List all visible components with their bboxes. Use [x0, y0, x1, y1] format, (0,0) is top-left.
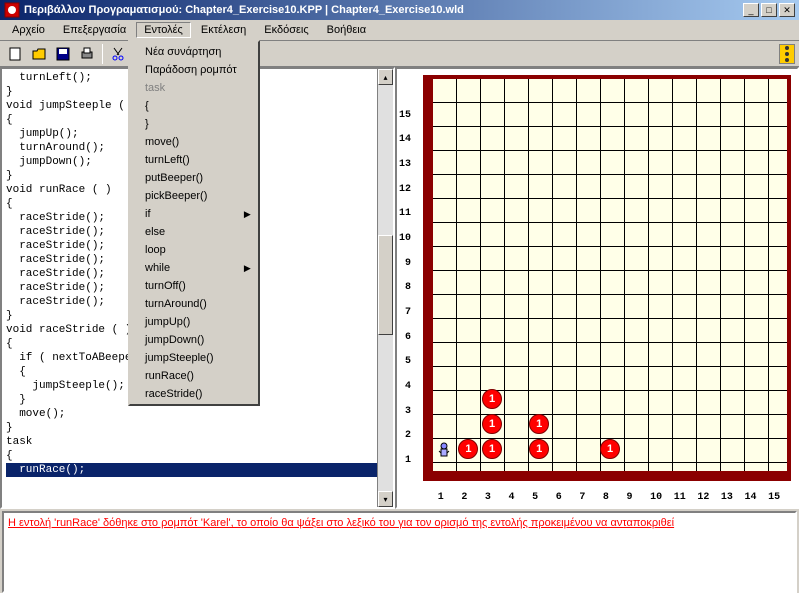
menu-file[interactable]: Αρχείο: [4, 22, 53, 38]
code-line[interactable]: {: [6, 449, 389, 463]
toolbar-separator: [102, 44, 103, 64]
y-axis-label: 13: [399, 159, 411, 170]
x-axis-label: 10: [650, 492, 662, 503]
minimize-button[interactable]: _: [743, 3, 759, 17]
menu-help[interactable]: Βοήθεια: [319, 22, 374, 38]
x-axis-label: 3: [485, 492, 491, 503]
x-axis-label: 1: [438, 492, 444, 503]
x-axis-label: 8: [603, 492, 609, 503]
status-panel: Η εντολή 'runRace' δόθηκε στο ρομπότ 'Ka…: [2, 511, 797, 593]
dropdown-item-racestride[interactable]: raceStride(): [131, 385, 257, 403]
y-axis-label: 4: [405, 381, 411, 392]
scroll-down-button[interactable]: ▾: [378, 491, 393, 507]
dropdown-item-jumpdown[interactable]: jumpDown(): [131, 331, 257, 349]
y-axis-label: 14: [399, 134, 411, 145]
stoplight-icon: [779, 44, 795, 64]
window-controls: _ □ ✕: [743, 3, 795, 17]
app-icon: [4, 2, 20, 18]
submenu-arrow-icon: ▶: [244, 209, 251, 220]
open-button[interactable]: [28, 43, 50, 65]
dropdown-item-jumpup[interactable]: jumpUp(): [131, 313, 257, 331]
dropdown-item-if[interactable]: if▶: [131, 205, 257, 223]
x-axis-label: 5: [532, 492, 538, 503]
dropdown-item-pickbeeper[interactable]: pickBeeper(): [131, 187, 257, 205]
code-line[interactable]: runRace();: [6, 463, 389, 477]
x-axis-label: 13: [721, 492, 733, 503]
beeper: 1: [458, 439, 478, 459]
x-axis-label: 15: [768, 492, 780, 503]
y-axis-label: 5: [405, 356, 411, 367]
y-axis-label: 6: [405, 332, 411, 343]
x-axis-label: 9: [627, 492, 633, 503]
scroll-up-button[interactable]: ▴: [378, 69, 393, 85]
dropdown-item-else[interactable]: else: [131, 223, 257, 241]
beeper: 1: [529, 439, 549, 459]
cut-button[interactable]: [107, 43, 129, 65]
menubar: Αρχείο Επεξεργασία Εντολές Εκτέλεση Εκδό…: [0, 20, 799, 41]
dropdown-item-task: task: [131, 79, 257, 97]
dropdown-item-[interactable]: Παράδοση ρομπότ: [131, 61, 257, 79]
robot-icon: [435, 441, 453, 459]
dropdown-item-loop[interactable]: loop: [131, 241, 257, 259]
y-axis-label: 10: [399, 233, 411, 244]
titlebar-text: Περιβάλλον Προγραματισμού: Chapter4_Exer…: [24, 4, 743, 16]
y-axis-label: 9: [405, 258, 411, 269]
close-button[interactable]: ✕: [779, 3, 795, 17]
dropdown-item-move[interactable]: move(): [131, 133, 257, 151]
dropdown-item-[interactable]: {: [131, 97, 257, 115]
code-line[interactable]: }: [6, 421, 389, 435]
menu-commands[interactable]: Εντολές: [136, 22, 191, 38]
main-area: turnLeft();}void jumpSteeple ( ){ jumpUp…: [0, 67, 799, 509]
save-button[interactable]: [52, 43, 74, 65]
y-axis-label: 7: [405, 307, 411, 318]
menu-edit[interactable]: Επεξεργασία: [55, 22, 134, 38]
y-axis-label: 12: [399, 184, 411, 195]
grid-background: [433, 79, 787, 471]
dropdown-item-[interactable]: }: [131, 115, 257, 133]
print-button[interactable]: [76, 43, 98, 65]
x-axis-label: 12: [697, 492, 709, 503]
y-axis-label: 3: [405, 406, 411, 417]
scroll-thumb[interactable]: [378, 235, 393, 335]
menu-versions[interactable]: Εκδόσεις: [256, 22, 316, 38]
dropdown-item-jumpsteeple[interactable]: jumpSteeple(): [131, 349, 257, 367]
new-button[interactable]: [4, 43, 26, 65]
dropdown-item-runrace[interactable]: runRace(): [131, 367, 257, 385]
dropdown-item-turnaround[interactable]: turnAround(): [131, 295, 257, 313]
code-line[interactable]: task: [6, 435, 389, 449]
y-axis-label: 11: [399, 208, 411, 219]
commands-dropdown: Νέα συνάρτησηΠαράδοση ρομπότtask{}move()…: [128, 40, 260, 406]
dropdown-item-turnleft[interactable]: turnLeft(): [131, 151, 257, 169]
y-axis-label: 1: [405, 455, 411, 466]
dropdown-item-putbeeper[interactable]: putBeeper(): [131, 169, 257, 187]
status-text: Η εντολή 'runRace' δόθηκε στο ρομπότ 'Ka…: [8, 517, 674, 529]
code-line[interactable]: move();: [6, 407, 389, 421]
world-view[interactable]: 1111111 12345678910111213141512345678910…: [395, 67, 799, 509]
beeper: 1: [600, 439, 620, 459]
y-axis-label: 15: [399, 110, 411, 121]
grid-area: 1111111: [423, 75, 791, 481]
beeper: 1: [482, 439, 502, 459]
dropdown-item-while[interactable]: while▶: [131, 259, 257, 277]
toolbar: [0, 41, 799, 67]
code-scrollbar[interactable]: ▴ ▾: [377, 69, 393, 507]
menu-run[interactable]: Εκτέλεση: [193, 22, 254, 38]
maximize-button[interactable]: □: [761, 3, 777, 17]
titlebar: Περιβάλλον Προγραματισμού: Chapter4_Exer…: [0, 0, 799, 20]
x-axis-label: 11: [674, 492, 686, 503]
dropdown-item-turnoff[interactable]: turnOff(): [131, 277, 257, 295]
x-axis-label: 4: [509, 492, 515, 503]
y-axis-label: 8: [405, 282, 411, 293]
y-axis-label: 2: [405, 430, 411, 441]
x-axis-label: 6: [556, 492, 562, 503]
x-axis-label: 7: [579, 492, 585, 503]
x-axis-label: 2: [461, 492, 467, 503]
submenu-arrow-icon: ▶: [244, 263, 251, 274]
dropdown-item-[interactable]: Νέα συνάρτηση: [131, 43, 257, 61]
beeper: 1: [482, 414, 502, 434]
x-axis-label: 14: [745, 492, 757, 503]
